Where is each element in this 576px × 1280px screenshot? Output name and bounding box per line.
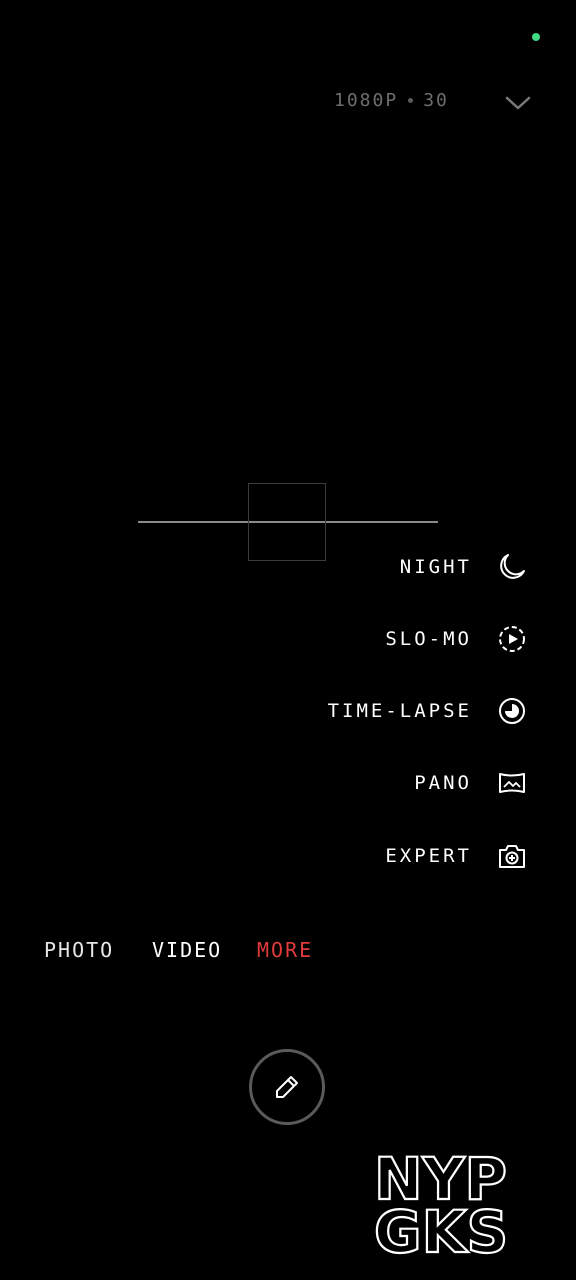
tab-video[interactable]: VIDEO (152, 938, 222, 962)
mode-pano-label: PANO (414, 772, 472, 794)
fps-label: 30 (423, 90, 449, 111)
slow-motion-icon (499, 626, 525, 652)
focus-frame (248, 483, 326, 561)
mode-expert-label: EXPERT (385, 845, 472, 867)
resolution-label: 1080P (334, 90, 399, 111)
time-lapse-icon (499, 698, 525, 724)
mode-night-label: NIGHT (399, 556, 472, 578)
mode-expert[interactable]: EXPERT (385, 838, 528, 874)
moon-icon (500, 554, 525, 579)
mode-time-lapse[interactable]: TIME-LAPSE (328, 693, 528, 729)
resolution-fps-toggle[interactable]: 1080P 30 (334, 90, 449, 111)
tab-photo[interactable]: PHOTO (44, 938, 114, 962)
edit-pencil-icon (276, 1076, 298, 1098)
separator-dot (408, 98, 414, 103)
privacy-indicator-dot (532, 33, 540, 41)
mode-slo-mo[interactable]: SLO-MO (385, 621, 528, 657)
mode-night[interactable]: NIGHT (400, 549, 528, 585)
watermark-logo: NYP GKS (372, 1144, 568, 1267)
mode-slo-mo-label: SLO-MO (385, 628, 472, 650)
tab-more[interactable]: MORE (257, 938, 313, 962)
chevron-down-icon[interactable] (504, 93, 532, 113)
edit-button[interactable] (249, 1049, 325, 1125)
expert-camera-icon (499, 845, 525, 868)
mode-tabs: PHOTO VIDEO MORE (0, 938, 576, 964)
mode-time-lapse-label: TIME-LAPSE (327, 700, 472, 722)
watermark-line2: GKS (374, 1198, 508, 1258)
mode-pano[interactable]: PANO (414, 765, 528, 801)
panorama-icon (499, 773, 525, 793)
